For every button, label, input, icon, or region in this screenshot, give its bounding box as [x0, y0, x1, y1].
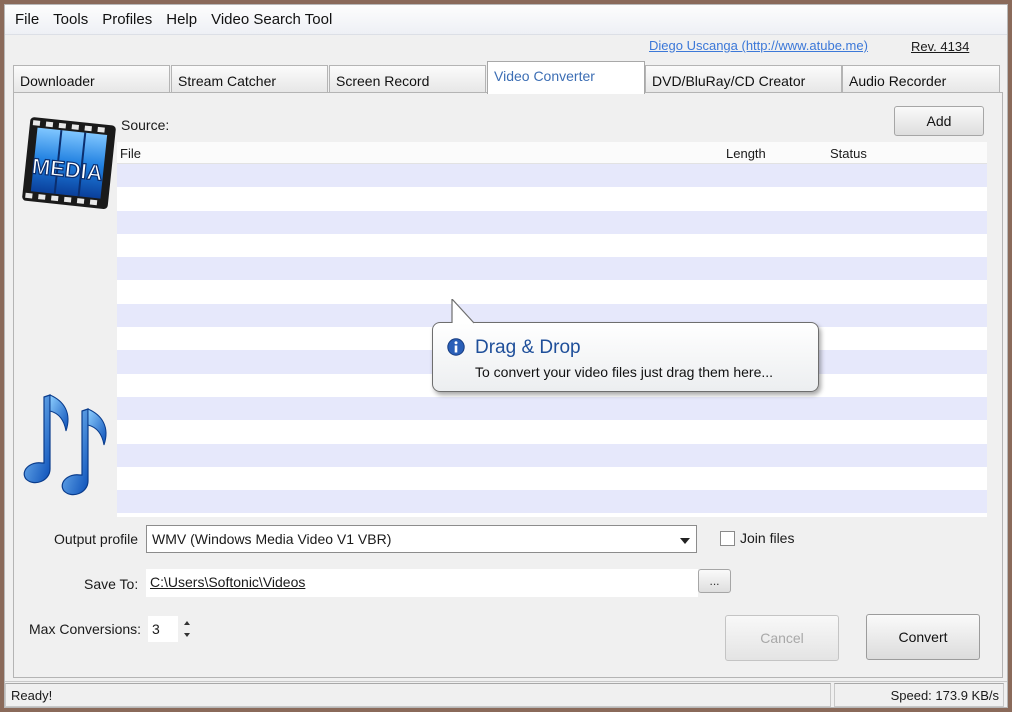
tab-bar: Downloader Stream Catcher Screen Record …	[13, 61, 1003, 94]
list-row[interactable]	[117, 257, 987, 281]
status-bar: Ready! Speed: 173.9 KB/s	[5, 681, 1007, 707]
join-files-checkbox[interactable]	[720, 531, 735, 546]
add-button[interactable]: Add	[894, 106, 984, 136]
save-to-path-field[interactable]: C:\Users\Softonic\Videos	[146, 569, 698, 597]
list-row[interactable]	[117, 280, 987, 303]
menu-help[interactable]: Help	[160, 11, 203, 28]
menu-bar: File Tools Profiles Help Video Search To…	[5, 5, 1007, 35]
list-row[interactable]	[117, 164, 987, 188]
list-row[interactable]	[117, 234, 987, 257]
max-conversions-label: Max Conversions:	[29, 621, 142, 637]
spinner-down-icon[interactable]	[180, 629, 194, 641]
save-to-path-value: C:\Users\Softonic\Videos	[150, 574, 306, 590]
list-header: File Length Status	[117, 142, 987, 164]
status-message: Ready!	[5, 683, 831, 707]
author-link[interactable]: Diego Uscanga (http://www.atube.me)	[649, 38, 868, 53]
column-file[interactable]: File	[120, 146, 141, 161]
output-profile-select[interactable]: WMV (Windows Media Video V1 VBR)	[146, 525, 697, 553]
tooltip-pointer	[451, 299, 475, 324]
tab-stream-catcher[interactable]: Stream Catcher	[171, 65, 328, 93]
column-length[interactable]: Length	[726, 146, 766, 161]
source-label: Source:	[121, 117, 170, 133]
list-row[interactable]	[117, 396, 987, 421]
tooltip-title: Drag & Drop	[475, 337, 581, 358]
tab-audio-recorder[interactable]: Audio Recorder	[842, 65, 1000, 93]
browse-folder-button[interactable]: ...	[698, 569, 731, 593]
download-speed: Speed: 173.9 KB/s	[834, 683, 1004, 707]
revision-link[interactable]: Rev. 4134	[911, 39, 969, 54]
list-row[interactable]	[117, 490, 987, 514]
media-film-logo-icon: MEDIA	[22, 117, 116, 209]
tooltip-message: To convert your video files just drag th…	[475, 364, 774, 380]
max-conversions-stepper[interactable]	[180, 617, 194, 641]
output-profile-label: Output profile	[54, 531, 139, 547]
tab-dvd-bluray-cd-creator[interactable]: DVD/BluRay/CD Creator	[645, 65, 842, 93]
menu-profiles[interactable]: Profiles	[96, 11, 158, 28]
list-row[interactable]	[117, 187, 987, 210]
tab-video-converter[interactable]: Video Converter	[487, 61, 645, 94]
menu-video-search-tool[interactable]: Video Search Tool	[205, 11, 338, 28]
column-status[interactable]: Status	[830, 146, 867, 161]
chevron-down-icon[interactable]	[680, 538, 690, 544]
tab-downloader[interactable]: Downloader	[13, 65, 170, 93]
list-row[interactable]	[117, 210, 987, 234]
video-converter-panel: MEDIA Source: Add File Length Status Dra…	[13, 92, 1003, 678]
max-conversions-input[interactable]: 3	[148, 616, 178, 642]
list-row[interactable]	[117, 443, 987, 467]
music-notes-icon	[23, 394, 107, 496]
save-to-label: Save To:	[84, 576, 139, 592]
list-row[interactable]	[117, 420, 987, 443]
output-profile-value: WMV (Windows Media Video V1 VBR)	[152, 531, 392, 547]
list-row[interactable]	[117, 467, 987, 490]
convert-button[interactable]: Convert	[866, 614, 980, 660]
join-files-label: Join files	[740, 530, 795, 546]
spinner-up-icon[interactable]	[180, 617, 194, 629]
info-icon	[447, 338, 465, 356]
menu-tools[interactable]: Tools	[47, 11, 94, 28]
drag-drop-tooltip: Drag & Drop To convert your video files …	[432, 322, 819, 392]
tab-screen-record[interactable]: Screen Record	[329, 65, 486, 93]
cancel-button[interactable]: Cancel	[725, 615, 839, 661]
app-window: File Tools Profiles Help Video Search To…	[4, 4, 1008, 708]
menu-file[interactable]: File	[9, 11, 45, 28]
